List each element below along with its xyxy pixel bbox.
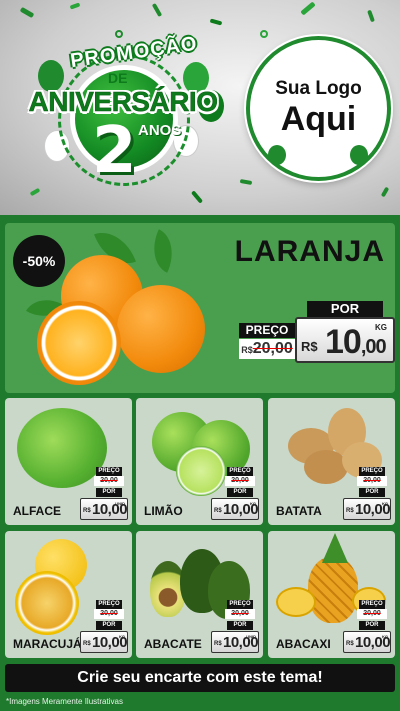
price-tag: PREÇO 20,00 POR R$ 10,00 KG: [343, 600, 391, 654]
price-unit: UNID: [115, 501, 125, 506]
price-tag: PREÇO 20,00 POR R$ 10,00 KG: [343, 467, 391, 521]
confetti-decoration: [69, 2, 81, 10]
currency: R$: [214, 508, 222, 514]
leaf-decoration: [143, 229, 183, 273]
logo-balloons: [250, 145, 387, 165]
por-label: POR: [227, 488, 253, 497]
price-unit: KG: [250, 501, 256, 506]
price-unit: UNID: [246, 634, 256, 639]
balloon-icon: [350, 145, 368, 165]
por-label: POR: [96, 621, 122, 630]
product-name: LIMÃO: [144, 504, 183, 518]
product-name: MARACUJÁ: [13, 637, 82, 651]
preco-label: PREÇO: [227, 600, 253, 609]
confetti-decoration: [151, 2, 163, 18]
price-unit: KG: [382, 634, 388, 639]
currency: R$: [83, 508, 91, 514]
currency: R$: [214, 641, 222, 647]
featured-product-card: -50% LARANJA POR PREÇO R$20,00 R$ 10,00 …: [5, 223, 395, 393]
orange-slice-image: [37, 301, 121, 385]
product-card: MARACUJÁ PREÇO 20,00 POR R$ 10,00 KG: [5, 531, 132, 658]
preco-label: PREÇO: [359, 467, 385, 476]
orange-image: [117, 285, 205, 373]
new-price: R$ 10,00 KG: [343, 631, 391, 653]
de-word: DE: [108, 70, 128, 86]
product-card: LIMÃO PREÇO 20,00 POR R$ 10,00 KG: [136, 398, 263, 525]
price-dec: ,00: [360, 336, 387, 358]
old-price: 20,00: [357, 476, 387, 486]
price-int: 10: [325, 323, 362, 361]
old-price: 20,00: [357, 609, 387, 619]
price-unit: KG: [119, 634, 125, 639]
old-price: 20,00: [94, 609, 124, 619]
product-name: ALFACE: [13, 504, 61, 518]
featured-price-tag: POR PREÇO R$20,00 R$ 10,00 KG: [237, 301, 397, 371]
product-name: ABACAXI: [276, 637, 331, 651]
anniversary-number: 2: [92, 114, 137, 188]
old-currency: R$: [241, 345, 253, 355]
preco-label: PREÇO: [359, 600, 385, 609]
currency: R$: [346, 641, 354, 647]
currency: R$: [346, 508, 354, 514]
logo-placeholder: Sua Logo Aqui: [246, 36, 391, 181]
confetti-decoration: [209, 18, 223, 26]
discount-badge: -50%: [13, 235, 65, 287]
new-price: R$ 10,00 KG: [211, 498, 259, 520]
confetti-decoration: [239, 178, 253, 186]
confetti-decoration: [19, 6, 35, 19]
confetti-decoration: [260, 30, 268, 38]
product-card: ALFACE PREÇO 20,00 POR R$ 10,00 UNID: [5, 398, 132, 525]
logo-line2: Aqui: [280, 100, 357, 138]
product-card: ABACAXI PREÇO 20,00 POR R$ 10,00 KG: [268, 531, 395, 658]
price-unit: KG: [382, 501, 388, 506]
cta-banner: Crie seu encarte com este tema!: [5, 664, 395, 692]
product-card: ABACATE PREÇO 20,00 POR R$ 10,00 UNID: [136, 531, 263, 658]
preco-label: PREÇO: [96, 600, 122, 609]
price-unit: KG: [375, 323, 387, 332]
product-name: ABACATE: [144, 637, 202, 651]
confetti-decoration: [380, 186, 390, 198]
old-price: R$20,00: [239, 339, 295, 359]
disclaimer-text: *Imagens Meramente Ilustrativas: [6, 697, 123, 706]
currency: R$: [301, 339, 318, 354]
por-label: POR: [307, 301, 383, 317]
preco-label: PREÇO: [239, 323, 295, 338]
por-label: POR: [227, 621, 253, 630]
preco-label: PREÇO: [227, 467, 253, 476]
preco-label: PREÇO: [96, 467, 122, 476]
new-price: R$ 10,00 KG: [343, 498, 391, 520]
featured-product-name: LARANJA: [234, 235, 385, 268]
confetti-decoration: [300, 1, 316, 16]
price-tag: PREÇO 20,00 POR R$ 10,00 KG: [80, 600, 128, 654]
product-card: BATATA PREÇO 20,00 POR R$ 10,00 KG: [268, 398, 395, 525]
new-price: R$ 10,00 KG: [80, 631, 128, 653]
new-price: R$ 10,00 KG: [295, 317, 395, 363]
new-price: R$ 10,00 UNID: [211, 631, 259, 653]
old-price-value: 20,00: [252, 340, 293, 357]
price-tag: PREÇO 20,00 POR R$ 10,00 UNID: [80, 467, 128, 521]
new-price: R$ 10,00 UNID: [80, 498, 128, 520]
price-tag: PREÇO 20,00 POR R$ 10,00 KG: [211, 467, 259, 521]
anos-word: ANOS: [138, 122, 182, 139]
logo-line1: Sua Logo: [275, 78, 362, 99]
por-label: POR: [96, 488, 122, 497]
old-price: 20,00: [94, 476, 124, 486]
confetti-decoration: [367, 9, 375, 23]
product-name: BATATA: [276, 504, 322, 518]
por-label: POR: [359, 621, 385, 630]
currency: R$: [83, 641, 91, 647]
por-label: POR: [359, 488, 385, 497]
anniversary-badge: PROMOÇÃO DE ANIVERSÁRIO 2 ANOS: [8, 30, 238, 205]
balloon-icon: [268, 145, 286, 165]
old-price: 20,00: [225, 476, 255, 486]
header-banner: PROMOÇÃO DE ANIVERSÁRIO 2 ANOS Sua Logo …: [0, 0, 400, 215]
old-price: 20,00: [225, 609, 255, 619]
price-tag: PREÇO 20,00 POR R$ 10,00 UNID: [211, 600, 259, 654]
